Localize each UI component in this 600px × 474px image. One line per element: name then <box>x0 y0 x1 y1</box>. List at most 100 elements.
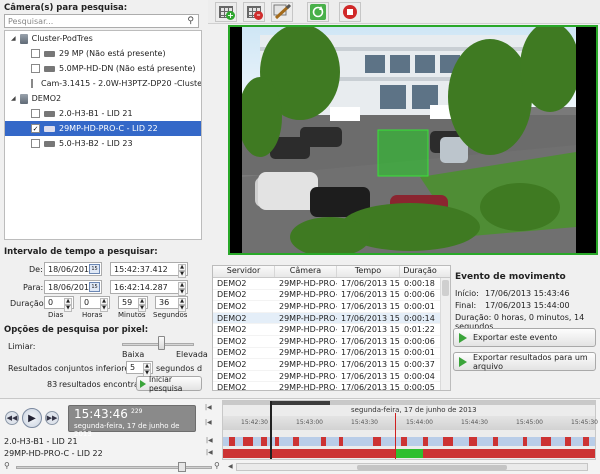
tree-node-label: 5.0MP-HD-DN (Não está presente) <box>59 64 196 73</box>
table-cell: 0:00:06 <box>404 336 435 346</box>
timeline-scroll-left[interactable]: ◀ <box>228 463 233 470</box>
camera-checkbox[interactable] <box>31 64 40 73</box>
para-time-spinner[interactable]: ▲ ▼ <box>178 282 186 296</box>
de-time-spinner[interactable]: ▲ ▼ <box>178 264 186 278</box>
camera-checkbox[interactable] <box>31 79 33 88</box>
minutos-field[interactable]: 59 ▲ ▼ <box>118 296 148 312</box>
motion-mark <box>373 437 381 446</box>
col-header-camera[interactable]: Câmera <box>275 266 337 277</box>
horas-spinner[interactable]: ▲ ▼ <box>100 298 108 312</box>
tree-camera-node[interactable]: 29 MP (Não está presente) <box>5 46 201 61</box>
zoom-slider-thumb[interactable] <box>178 462 186 472</box>
col-header-tempo[interactable]: Tempo <box>337 266 400 277</box>
tree-camera-node[interactable]: 5.0MP-HD-DN (Não está presente) <box>5 61 201 76</box>
stop-button[interactable] <box>339 2 361 22</box>
motion-mark <box>293 437 299 446</box>
calendar-icon[interactable]: 15 <box>89 282 100 292</box>
horas-field[interactable]: 0 ▲ ▼ <box>80 296 110 312</box>
table-row[interactable]: DEMO2 29MP-HD-PRO-C 17/06/2013 15:44 0:01:2… <box>213 324 450 336</box>
table-row[interactable]: DEMO2 29MP-HD-PRO-C 17/06/2013 15:45 0:00:0… <box>213 348 450 360</box>
resultados-field[interactable]: 5 ▲ ▼ <box>126 361 153 377</box>
tree-camera-node[interactable]: Cam-3.1415 - 2.0W-H3PTZ-DP20 -Cluster Po… <box>5 76 201 91</box>
zoom-in-icon[interactable]: ⚲ <box>214 461 220 470</box>
start-search-button[interactable]: Iniciar pesquisa <box>136 375 202 393</box>
refresh-icon <box>310 4 326 20</box>
timeline-tick-label: 15:43:00 <box>296 419 323 426</box>
table-cell: 29MP-HD-PRO-C <box>279 301 337 311</box>
timeline-track-1[interactable] <box>223 437 595 446</box>
segundos-field[interactable]: 36 ▲ ▼ <box>155 296 188 312</box>
calendar-icon[interactable]: 15 <box>89 264 100 274</box>
col-header-duracao[interactable]: Duração <box>400 266 440 277</box>
table-cell: 17/06/2013 15:42 <box>341 278 400 288</box>
arrow-right-icon <box>459 356 467 367</box>
arrow-right-icon <box>140 379 146 388</box>
range-marker-left[interactable] <box>270 401 272 459</box>
prev-frame-button[interactable]: ◀◀ <box>5 411 19 425</box>
next-frame-button[interactable]: ▶▶ <box>45 411 59 425</box>
col-header-servidor[interactable]: Servidor <box>213 266 275 277</box>
segundos-spinner[interactable]: ▲ ▼ <box>178 298 186 312</box>
dias-field[interactable]: 0 ▲ ▼ <box>44 296 74 312</box>
camera-icon <box>44 125 55 132</box>
camera-search-input[interactable]: Pesquisar... ⚲ <box>4 14 199 28</box>
tree-server-node[interactable]: ◢ Cluster-PodTres <box>5 31 201 46</box>
minutos-spinner[interactable]: ▲ ▼ <box>138 298 146 312</box>
dias-spinner[interactable]: ▲ ▼ <box>64 298 72 312</box>
segundos-de-label: segundos de di <box>156 364 202 373</box>
para-date-field[interactable]: 18/06/2013 15 <box>44 280 102 294</box>
track-nav-1[interactable]: |◀ <box>206 437 213 444</box>
table-row[interactable]: DEMO2 29MP-HD-PRO-C 17/06/2013 15:45 0:00:3… <box>213 359 450 371</box>
video-view[interactable] <box>228 25 598 255</box>
export-results-button[interactable]: Exportar resultados para um arquivo <box>453 352 596 371</box>
tree-node-label: 29MP-HD-PRO-C - LID 22 <box>59 124 158 133</box>
table-row[interactable]: DEMO2 29MP-HD-PRO-C 17/06/2013 15:42 0:00:1… <box>213 278 450 290</box>
remove-camera-button[interactable]: – <box>243 2 265 22</box>
camera-checkbox[interactable] <box>31 49 40 58</box>
add-camera-button[interactable]: + <box>215 2 237 22</box>
table-row[interactable]: DEMO2 29MP-HD-PRO-C 17/06/2013 15:43 0:00:0… <box>213 290 450 302</box>
table-row[interactable]: DEMO2 29MP-HD-PRO-C 17/06/2013 15:45 0:00:0… <box>213 336 450 348</box>
camera-checkbox[interactable] <box>31 139 40 148</box>
camera-icon <box>44 65 55 72</box>
table-cell: 0:00:01 <box>404 301 435 311</box>
timeline-scrollbar[interactable] <box>236 463 588 471</box>
table-row[interactable]: DEMO2 29MP-HD-PRO-C 17/06/2013 15:47 0:00:0… <box>213 382 450 391</box>
table-cell: 29MP-HD-PRO-C <box>279 383 337 391</box>
tree-server-node[interactable]: ◢ DEMO2 <box>5 91 201 106</box>
tree-camera-node[interactable]: ✓ 29MP-HD-PRO-C - LID 22 <box>5 121 201 136</box>
timeline-nav-left[interactable]: |◀ <box>205 404 212 411</box>
tree-camera-node[interactable]: 5.0-H3-B2 - LID 23 <box>5 136 201 151</box>
draw-mask-button[interactable] <box>271 2 293 22</box>
zoom-out-icon[interactable]: ⚲ <box>4 461 10 470</box>
cameras-label: Câmera(s) para pesquisa: <box>4 3 128 13</box>
play-button[interactable]: ▶ <box>22 408 42 428</box>
para-time-field[interactable]: 16:42:14.287 ▲ ▼ <box>110 280 188 296</box>
table-row[interactable]: DEMO2 29MP-HD-PRO-C 17/06/2013 15:43 0:00:0… <box>213 301 450 313</box>
timeline[interactable]: segunda-feira, 17 de junho de 2013 15:42… <box>222 400 598 460</box>
timeline-track-2[interactable] <box>223 449 595 458</box>
tree-camera-node[interactable]: 2.0-H3-B1 - LID 21 <box>5 106 201 121</box>
table-scrollbar[interactable] <box>440 278 450 390</box>
de-time-field[interactable]: 15:42:37.412 ▲ ▼ <box>110 262 188 278</box>
collapse-icon[interactable]: ◢ <box>11 35 16 42</box>
inicio-label: Início: <box>455 289 479 298</box>
timeline-nav-right[interactable]: |◀ <box>205 419 212 426</box>
track-label-1: 2.0-H3-B1 - LID 21 <box>4 437 78 446</box>
playhead[interactable] <box>395 413 396 459</box>
table-row[interactable]: DEMO2 29MP-HD-PRO-C 17/06/2013 15:43 0:00:1… <box>213 312 450 325</box>
event-title: Evento de movimento <box>455 272 566 282</box>
table-row[interactable]: DEMO2 29MP-HD-PRO-C 17/06/2013 15:46 0:00:0… <box>213 371 450 383</box>
refresh-button[interactable] <box>307 2 329 22</box>
timeline-date: segunda-feira, 17 de junho de 2013 <box>351 406 477 414</box>
time-display: 15:43:46 229 segunda-feira, 17 de junho … <box>68 405 196 438</box>
camera-checkbox[interactable]: ✓ <box>31 124 40 133</box>
track-nav-2[interactable]: |◀ <box>206 449 213 456</box>
threshold-slider-thumb[interactable] <box>158 336 165 350</box>
pixel-options-label: Opções de pesquisa por pixel: <box>4 325 149 335</box>
export-event-button[interactable]: Exportar este evento <box>453 328 596 347</box>
collapse-icon[interactable]: ◢ <box>11 95 16 102</box>
camera-checkbox[interactable] <box>31 109 40 118</box>
de-date-field[interactable]: 18/06/2013 15 <box>44 262 102 276</box>
resultados-spinner[interactable]: ▲ ▼ <box>143 363 151 377</box>
